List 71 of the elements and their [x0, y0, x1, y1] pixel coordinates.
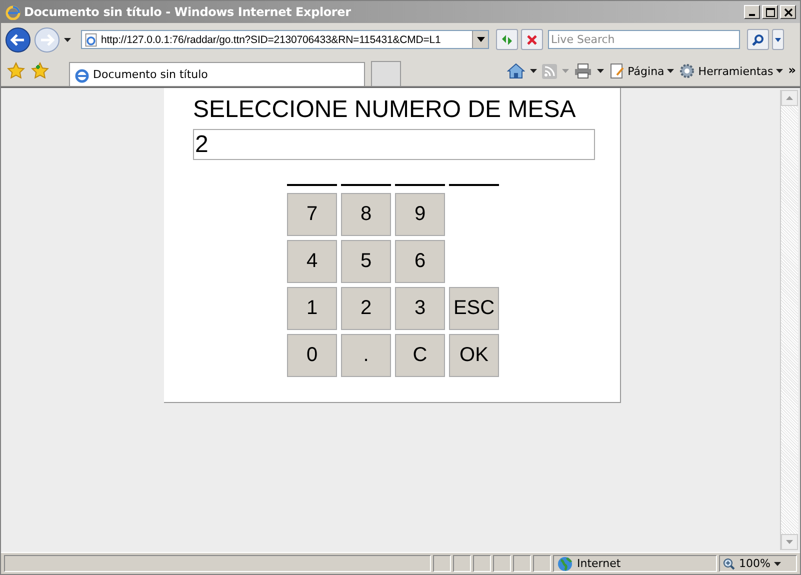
keypad-key[interactable]: 8 [341, 193, 391, 236]
status-panel [533, 555, 551, 572]
keypad-key[interactable]: 5 [341, 240, 391, 283]
browser-tab[interactable]: Documento sin título [69, 62, 365, 86]
add-favorite-icon[interactable] [31, 62, 49, 80]
maximize-icon [766, 8, 774, 16]
address-dropdown-button[interactable] [472, 31, 488, 48]
display-underline [341, 184, 391, 186]
zoom-icon [723, 558, 735, 570]
dropdown-arrow-icon[interactable] [596, 69, 604, 73]
keypad-key[interactable]: 1 [287, 287, 337, 330]
keypad-key[interactable]: 6 [395, 240, 445, 283]
more-commands-button[interactable]: » [788, 63, 796, 77]
zoom-control[interactable]: 100% [719, 555, 797, 572]
dropdown-arrow-icon [667, 69, 674, 73]
close-icon [526, 34, 538, 46]
dropdown-arrow-icon [775, 38, 781, 42]
page-icon [84, 32, 98, 46]
window-title: Documento sin título - Windows Internet Explorer [24, 5, 352, 19]
minimize-button[interactable] [744, 5, 760, 19]
refresh-button[interactable] [496, 29, 518, 50]
star-icon[interactable] [7, 62, 25, 80]
status-panel [453, 555, 471, 572]
keypad-key[interactable]: 2 [341, 287, 391, 330]
status-panel [473, 555, 491, 572]
status-panel [433, 555, 451, 572]
dropdown-arrow-icon [774, 562, 782, 566]
display-underline [449, 184, 499, 186]
tools-menu[interactable]: Herramientas [679, 63, 784, 79]
address-field[interactable]: http://127.0.0.1:76/raddar/go.ttn?SID=2130706433&RN=115431&CMD=L1 [81, 30, 489, 49]
search-field[interactable]: Live Search [548, 30, 740, 49]
refresh-arrows-icon [500, 34, 514, 46]
search-button[interactable] [747, 29, 769, 50]
keypad-key[interactable]: 7 [287, 193, 337, 236]
url-text: http://127.0.0.1:76/raddar/go.ttn?SID=2130706433&RN=115431&CMD=L1 [101, 34, 442, 46]
dropdown-arrow-icon [776, 69, 784, 73]
keypad-key[interactable]: ESC [449, 287, 499, 330]
keypad-key[interactable]: 9 [395, 193, 445, 236]
gear-icon [679, 63, 696, 79]
keypad-key[interactable]: . [341, 334, 391, 377]
keypad-key[interactable]: 4 [287, 240, 337, 283]
search-icon [752, 34, 764, 46]
zone-label: Internet [577, 557, 621, 570]
keypad-key[interactable]: 0 [287, 334, 337, 377]
minimize-icon [749, 14, 755, 16]
table-number-field[interactable]: 2 [193, 129, 595, 160]
globe-icon [557, 556, 573, 572]
browser-logo-icon [74, 66, 90, 82]
back-button[interactable] [5, 26, 31, 52]
display-underline [287, 184, 337, 186]
display-underline [395, 184, 445, 186]
dropdown-arrow-icon[interactable] [530, 69, 537, 73]
maximize-button[interactable] [762, 5, 778, 19]
status-panel [493, 555, 511, 572]
keypad-key[interactable]: OK [449, 334, 499, 377]
keypad-key[interactable]: 3 [395, 287, 445, 330]
keypad-key[interactable]: C [395, 334, 445, 377]
zoom-level: 100% [739, 557, 770, 570]
printer-icon[interactable] [574, 63, 592, 79]
browser-logo-icon [5, 4, 21, 20]
dropdown-arrow-icon[interactable] [63, 36, 72, 42]
page-menu[interactable]: Página [608, 63, 674, 79]
search-options-button[interactable] [772, 29, 784, 50]
stop-button[interactable] [521, 29, 543, 50]
close-button[interactable] [780, 5, 796, 19]
page-heading: SELECCIONE NUMERO DE MESA [193, 96, 577, 124]
dropdown-arrow-icon [476, 37, 484, 42]
close-icon [784, 8, 792, 16]
home-icon[interactable] [506, 63, 525, 79]
status-panel [513, 555, 531, 572]
page-icon [608, 63, 625, 79]
